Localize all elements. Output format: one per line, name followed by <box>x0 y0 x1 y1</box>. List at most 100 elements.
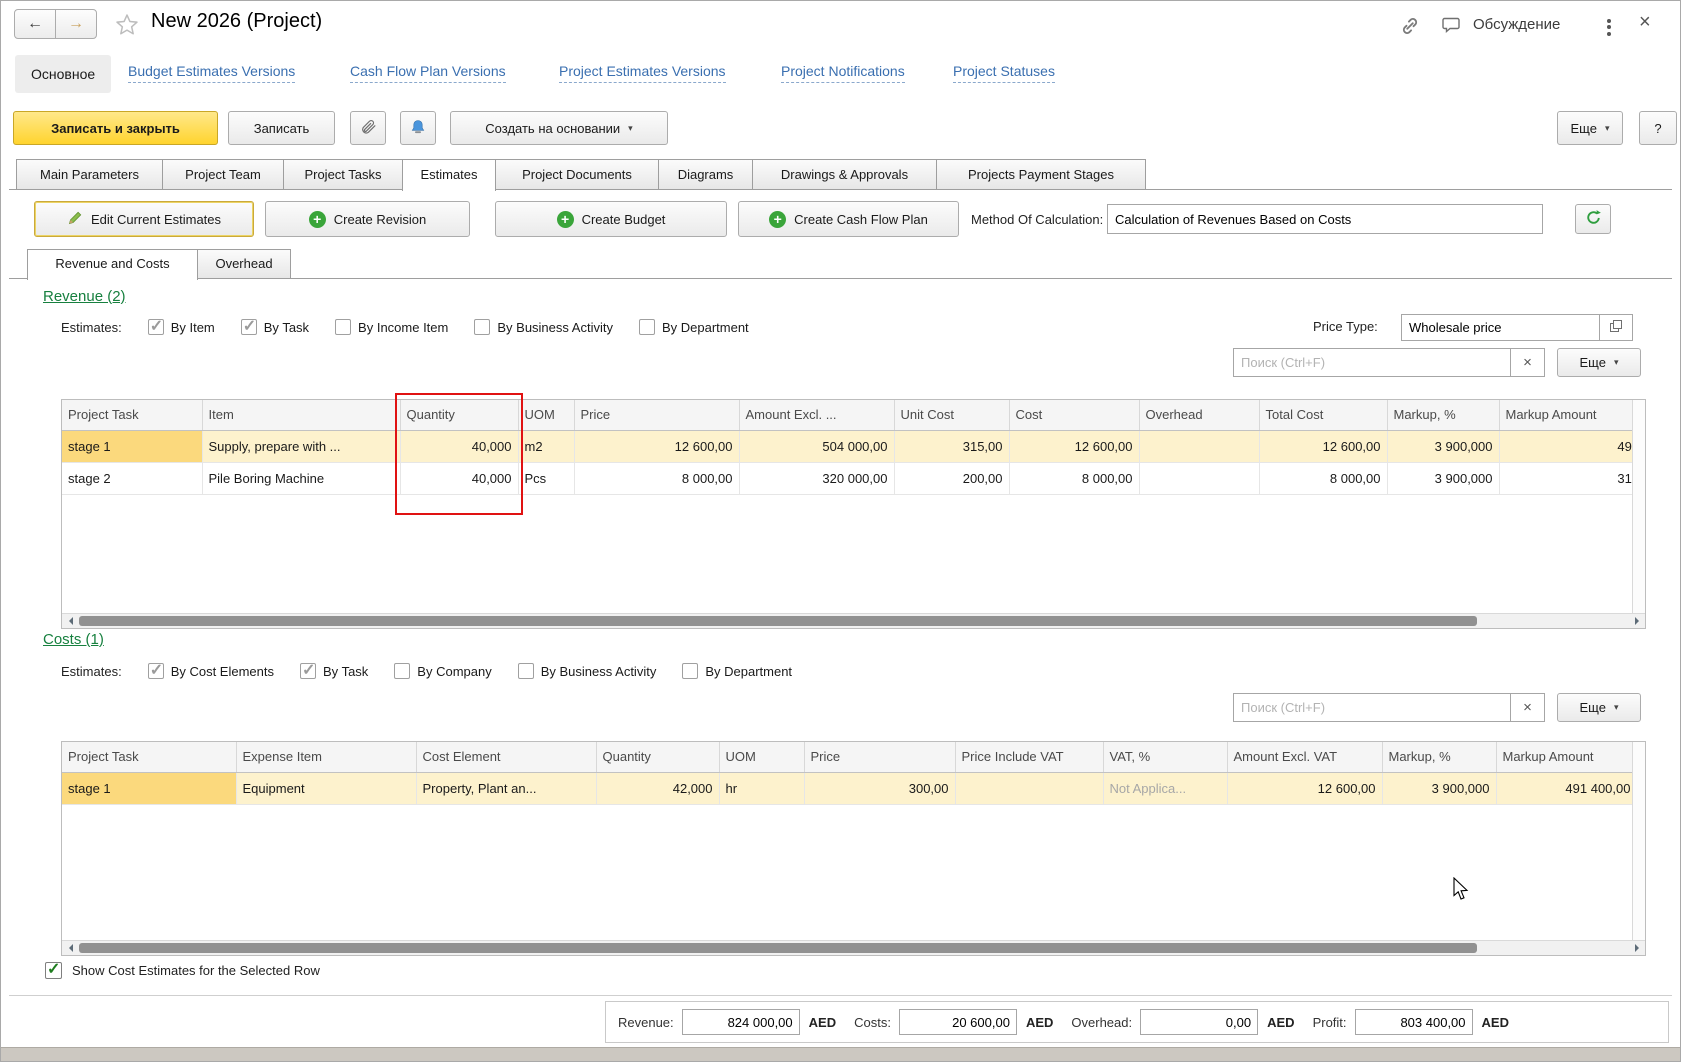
checkbox-by-department[interactable] <box>639 319 655 335</box>
save-and-close-button[interactable]: Записать и закрыть <box>13 111 218 145</box>
col-amount-excl-vat[interactable]: Amount Excl. VAT <box>1227 742 1382 772</box>
save-button[interactable]: Записать <box>228 111 335 145</box>
checkbox-by-business-activity[interactable] <box>474 319 490 335</box>
col-price-include-vat[interactable]: Price Include VAT <box>955 742 1103 772</box>
costs-vertical-scrollbar[interactable] <box>1632 742 1645 940</box>
costs-horizontal-scrollbar[interactable] <box>62 940 1645 955</box>
subtab-revenue-and-costs[interactable]: Revenue and Costs <box>27 249 198 280</box>
col-price[interactable]: Price <box>804 742 955 772</box>
back-button[interactable]: ← <box>14 9 56 39</box>
tab-estimates[interactable]: Estimates <box>402 159 496 191</box>
filter-by-department[interactable]: By Department <box>639 319 749 335</box>
price-type-choose-button[interactable] <box>1599 314 1633 341</box>
nav-link-budget-estimates[interactable]: Budget Estimates Versions <box>128 63 295 83</box>
create-cash-flow-plan-button[interactable]: +Create Cash Flow Plan <box>738 201 959 237</box>
costs-more-button[interactable]: Еще▾ <box>1557 693 1641 722</box>
filter-by-task[interactable]: By Task <box>300 663 368 679</box>
edit-current-estimates-button[interactable]: Edit Current Estimates <box>34 201 254 237</box>
attach-button[interactable] <box>350 111 386 145</box>
create-based-on-button[interactable]: Создать на основании▾ <box>450 111 668 145</box>
checkbox-by-task[interactable] <box>300 663 316 679</box>
scrollbar-thumb[interactable] <box>79 943 1477 953</box>
revenue-more-button[interactable]: Еще▾ <box>1557 348 1641 377</box>
menu-kebab-icon[interactable] <box>1603 16 1615 38</box>
nav-link-project-estimates[interactable]: Project Estimates Versions <box>559 63 726 83</box>
refresh-button[interactable] <box>1575 204 1611 234</box>
col-unit-cost[interactable]: Unit Cost <box>894 400 1009 430</box>
col-markup-amount[interactable]: Markup Amount <box>1499 400 1646 430</box>
costs-search-input[interactable] <box>1233 693 1511 722</box>
col-cost-element[interactable]: Cost Element <box>416 742 596 772</box>
filter-by-department[interactable]: By Department <box>682 663 792 679</box>
help-button[interactable]: ? <box>1639 111 1677 145</box>
col-price[interactable]: Price <box>574 400 739 430</box>
col-total-cost[interactable]: Total Cost <box>1259 400 1387 430</box>
col-project-task[interactable]: Project Task <box>62 400 202 430</box>
tab-main-parameters[interactable]: Main Parameters <box>16 159 163 190</box>
tab-projects-payment-stages[interactable]: Projects Payment Stages <box>936 159 1146 190</box>
filter-by-company[interactable]: By Company <box>394 663 491 679</box>
filter-by-item[interactable]: By Item <box>148 319 215 335</box>
checkbox-by-task[interactable] <box>241 319 257 335</box>
scroll-left-icon[interactable] <box>62 614 78 628</box>
col-quantity[interactable]: Quantity <box>596 742 719 772</box>
nav-section-main[interactable]: Основное <box>15 55 111 93</box>
favorite-star-icon[interactable] <box>114 12 140 41</box>
nav-link-project-notifications[interactable]: Project Notifications <box>781 63 905 83</box>
costs-section-link[interactable]: Costs (1) <box>43 631 104 648</box>
checkbox-by-income-item[interactable] <box>335 319 351 335</box>
nav-link-cash-flow-plan[interactable]: Cash Flow Plan Versions <box>350 63 506 83</box>
filter-by-business-activity[interactable]: By Business Activity <box>518 663 657 679</box>
create-revision-button[interactable]: +Create Revision <box>265 201 470 237</box>
col-markup-amount[interactable]: Markup Amount <box>1496 742 1637 772</box>
revenue-total-field[interactable] <box>682 1009 800 1035</box>
tab-project-tasks[interactable]: Project Tasks <box>283 159 403 190</box>
filter-by-cost-elements[interactable]: By Cost Elements <box>148 663 274 679</box>
col-item[interactable]: Item <box>202 400 400 430</box>
costs-search-clear-icon[interactable]: × <box>1510 693 1545 722</box>
filter-by-business-activity[interactable]: By Business Activity <box>474 319 613 335</box>
costs-total-field[interactable] <box>899 1009 1017 1035</box>
col-amount-excl[interactable]: Amount Excl. ... <box>739 400 894 430</box>
overhead-total-field[interactable] <box>1140 1009 1258 1035</box>
checkbox-by-company[interactable] <box>394 663 410 679</box>
filter-by-income-item[interactable]: By Income Item <box>335 319 448 335</box>
create-budget-button[interactable]: +Create Budget <box>495 201 727 237</box>
method-of-calculation-field[interactable] <box>1107 204 1543 234</box>
col-markup-pct[interactable]: Markup, % <box>1387 400 1499 430</box>
scroll-left-icon[interactable] <box>62 941 78 955</box>
revenue-row-stage1[interactable]: stage 1 Supply, prepare with ... 40,000 … <box>62 430 1646 462</box>
checkbox-by-business-activity[interactable] <box>518 663 534 679</box>
checkbox-by-department[interactable] <box>682 663 698 679</box>
discussion-icon[interactable] <box>1441 15 1463 38</box>
col-overhead[interactable]: Overhead <box>1139 400 1259 430</box>
revenue-search-input[interactable] <box>1233 348 1511 377</box>
tab-diagrams[interactable]: Diagrams <box>658 159 753 190</box>
col-expense-item[interactable]: Expense Item <box>236 742 416 772</box>
scrollbar-thumb[interactable] <box>79 616 1477 626</box>
revenue-section-link[interactable]: Revenue (2) <box>43 288 126 305</box>
scroll-right-icon[interactable] <box>1629 614 1645 628</box>
col-cost[interactable]: Cost <box>1009 400 1139 430</box>
notifications-button[interactable] <box>400 111 436 145</box>
price-type-field[interactable] <box>1401 314 1601 341</box>
show-cost-estimates-checkbox[interactable] <box>45 962 62 979</box>
revenue-vertical-scrollbar[interactable] <box>1632 400 1645 613</box>
profit-total-field[interactable] <box>1355 1009 1473 1035</box>
revenue-row-stage2[interactable]: stage 2 Pile Boring Machine 40,000 Pcs 8… <box>62 462 1646 494</box>
nav-link-project-statuses[interactable]: Project Statuses <box>953 63 1055 83</box>
discussion-label[interactable]: Обсуждение <box>1473 16 1560 33</box>
col-project-task[interactable]: Project Task <box>62 742 236 772</box>
forward-button[interactable]: → <box>55 9 97 39</box>
revenue-search-clear-icon[interactable]: × <box>1510 348 1545 377</box>
checkbox-by-item[interactable] <box>148 319 164 335</box>
more-button-top[interactable]: Еще▾ <box>1557 111 1623 145</box>
col-markup-pct[interactable]: Markup, % <box>1382 742 1496 772</box>
scroll-right-icon[interactable] <box>1629 941 1645 955</box>
filter-by-task[interactable]: By Task <box>241 319 309 335</box>
revenue-horizontal-scrollbar[interactable] <box>62 613 1645 628</box>
col-uom[interactable]: UOM <box>719 742 804 772</box>
col-vat-pct[interactable]: VAT, % <box>1103 742 1227 772</box>
tab-drawings-approvals[interactable]: Drawings & Approvals <box>752 159 937 190</box>
tab-project-documents[interactable]: Project Documents <box>495 159 659 190</box>
